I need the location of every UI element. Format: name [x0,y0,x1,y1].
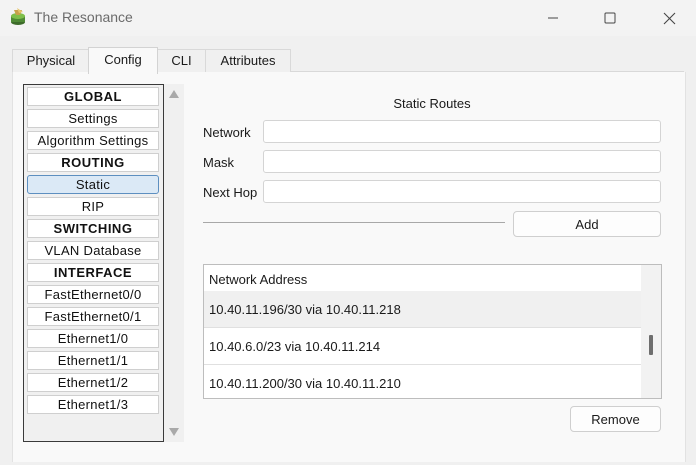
routes-list-header: Network Address [209,272,308,287]
sidebar-item-rip[interactable]: RIP [27,197,159,216]
add-button[interactable]: Add [513,211,661,237]
mask-label: Mask [203,155,235,170]
route-row[interactable]: 10.40.11.200/30 via 10.40.11.210 [204,365,641,398]
route-row[interactable]: 10.40.6.0/23 via 10.40.11.214 [204,328,641,365]
sidebar-header-interface: INTERFACE [27,263,159,282]
tab-config[interactable]: Config [88,47,158,74]
sidebar-item-ethernet1-0[interactable]: Ethernet1/0 [27,329,159,348]
sidebar-item-algorithm-settings[interactable]: Algorithm Settings [27,131,159,150]
routes-scrollbar[interactable] [641,265,661,398]
form-divider [203,222,505,223]
app-icon [8,7,28,27]
remove-button[interactable]: Remove [570,406,661,432]
sidebar-item-settings[interactable]: Settings [27,109,159,128]
sidebar-item-fastethernet0-0[interactable]: FastEthernet0/0 [27,285,159,304]
minimize-icon [548,17,558,19]
sidebar-item-ethernet1-1[interactable]: Ethernet1/1 [27,351,159,370]
sidebar-item-ethernet1-2[interactable]: Ethernet1/2 [27,373,159,392]
route-row[interactable]: 10.40.11.196/30 via 10.40.11.218 [204,291,641,328]
sidebar-item-fastethernet0-1[interactable]: FastEthernet0/1 [27,307,159,326]
sidebar-header-switching: SWITCHING [27,219,159,238]
window-title: The Resonance [34,9,133,25]
close-button[interactable] [646,0,692,36]
tab-cli[interactable]: CLI [156,49,207,72]
scroll-up-arrow-icon[interactable] [169,90,179,98]
minimize-button[interactable] [530,0,576,36]
sidebar-item-static[interactable]: Static [27,175,159,194]
next-hop-label: Next Hop [203,185,258,200]
next-hop-input[interactable] [263,180,661,203]
network-label: Network [203,125,251,140]
sidebar-header-global: GLOBAL [27,87,159,106]
sidebar-scrollbar[interactable] [164,84,184,442]
static-routes-title: Static Routes [393,96,471,111]
sidebar-header-routing: ROUTING [27,153,159,172]
maximize-icon [604,12,616,24]
network-input[interactable] [263,120,661,143]
sidebar-item-ethernet1-3[interactable]: Ethernet1/3 [27,395,159,414]
maximize-button[interactable] [587,0,633,36]
routes-scroll-thumb[interactable] [649,335,653,355]
close-icon [663,12,675,24]
tab-physical[interactable]: Physical [12,49,90,72]
mask-input[interactable] [263,150,661,173]
title-bar: The Resonance [0,0,696,36]
sidebar-item-vlan-database[interactable]: VLAN Database [27,241,159,260]
scroll-down-arrow-icon[interactable] [169,428,179,436]
routes-list: Network Address 10.40.11.196/30 via 10.4… [203,264,662,399]
config-sidebar: GLOBAL Settings Algorithm Settings ROUTI… [23,84,164,442]
tab-attributes[interactable]: Attributes [205,49,291,72]
